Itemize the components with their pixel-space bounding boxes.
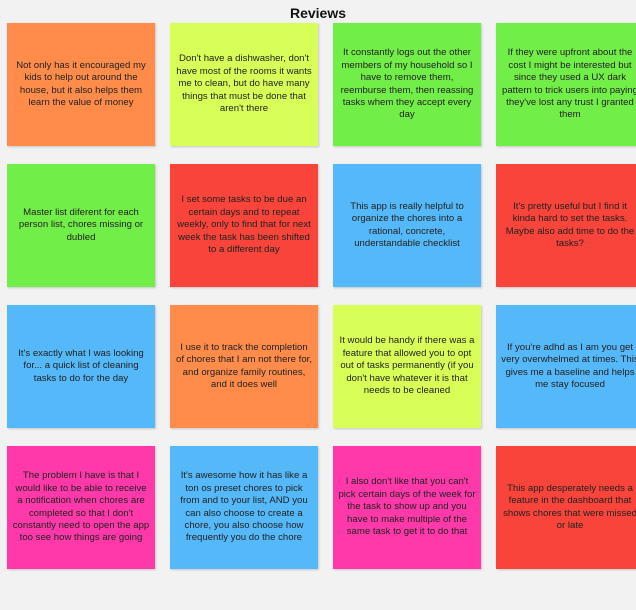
sticky-note[interactable]: Not only has it encouraged my kids to he… — [7, 23, 155, 146]
sticky-note[interactable]: This app is really helpful to organize t… — [333, 164, 481, 287]
sticky-note-text: It would be handy if there was a feature… — [339, 335, 475, 397]
sticky-note[interactable]: If they were upfront about the cost I mi… — [496, 23, 636, 146]
sticky-note[interactable]: It's pretty useful but I find it kinda h… — [496, 164, 636, 287]
sticky-note-text: Don't have a dishwasher, don't have most… — [176, 53, 312, 115]
sticky-note-text: It's exactly what I was looking for... a… — [18, 347, 144, 384]
sticky-note[interactable]: I use it to track the completion of chor… — [170, 305, 318, 428]
sticky-note-text: Master list diferent for each person lis… — [18, 206, 144, 243]
sticky-note[interactable]: This app desperately needs a feature in … — [496, 446, 636, 569]
sticky-note[interactable]: I also don't like that you can't pick ce… — [333, 446, 481, 569]
sticky-note-text: If they were upfront about the cost I mi… — [502, 47, 636, 121]
sticky-note-text: Not only has it encouraged my kids to he… — [16, 59, 146, 108]
sticky-note-text: This app desperately needs a feature in … — [503, 482, 636, 531]
sticky-note[interactable]: Don't have a dishwasher, don't have most… — [170, 23, 318, 146]
sticky-note-text: This app is really helpful to organize t… — [350, 200, 464, 249]
sticky-note-text: If you're adhd as I am you get very over… — [501, 341, 636, 390]
board-title: Reviews — [289, 5, 347, 21]
sticky-note-text: It's awesome how it has like a ton os pr… — [180, 470, 308, 544]
sticky-note-text: It's pretty useful but I find it kinda h… — [505, 200, 635, 249]
sticky-note[interactable]: It constantly logs out the other members… — [333, 23, 481, 146]
sticky-note[interactable]: It's exactly what I was looking for... a… — [7, 305, 155, 428]
sticky-note-text: I use it to track the completion of chor… — [176, 341, 312, 390]
sticky-note[interactable]: Master list diferent for each person lis… — [7, 164, 155, 287]
sticky-note[interactable]: The problem I have is that I would like … — [7, 446, 155, 569]
sticky-note[interactable]: It would be handy if there was a feature… — [333, 305, 481, 428]
sticky-note[interactable]: If you're adhd as I am you get very over… — [496, 305, 636, 428]
sticky-note-text: The problem I have is that I would like … — [12, 470, 150, 544]
sticky-note-text: I also don't like that you can't pick ce… — [338, 476, 476, 538]
sticky-note-text: It constantly logs out the other members… — [340, 47, 474, 121]
sticky-note[interactable]: It's awesome how it has like a ton os pr… — [170, 446, 318, 569]
sticky-note-grid: Not only has it encouraged my kids to he… — [7, 23, 636, 569]
sticky-note-text: I set some tasks to be due an certain da… — [177, 194, 311, 256]
sticky-note[interactable]: I set some tasks to be due an certain da… — [170, 164, 318, 287]
